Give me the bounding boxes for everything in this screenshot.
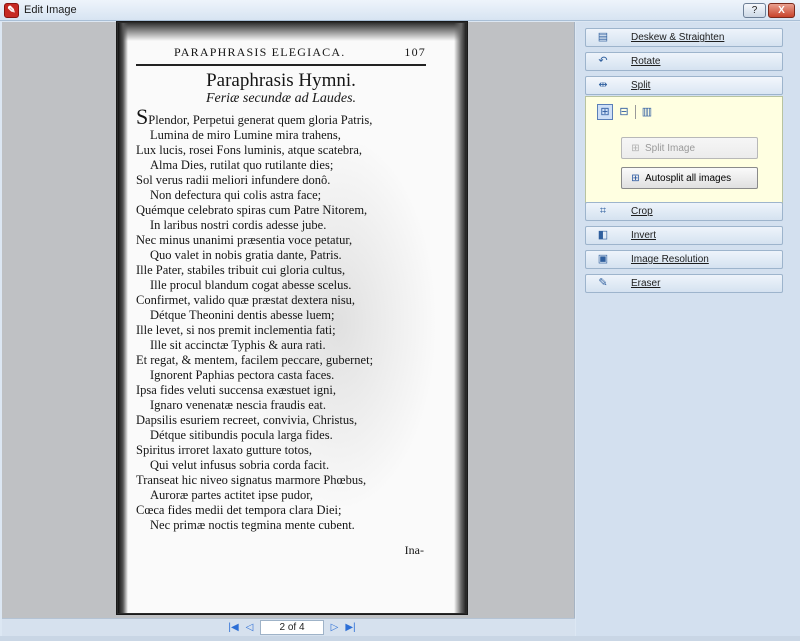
tool-crop[interactable]: ⌗ Crop xyxy=(585,202,783,221)
poem-subtitle: Feriæ secundæ ad Laudes. xyxy=(205,91,357,106)
title-bar: ✎ Edit Image ? X xyxy=(0,0,800,21)
scanned-page: PARAPHRASIS ELEGIACA. 107 Paraphrasis Hy… xyxy=(117,22,467,614)
poem-title: Paraphrasis Hymni. xyxy=(206,70,356,91)
page-text: PARAPHRASIS ELEGIACA. 107 Paraphrasis Hy… xyxy=(136,45,426,558)
last-page-icon[interactable]: ▶| xyxy=(344,621,357,634)
running-head-title: PARAPHRASIS ELEGIACA. xyxy=(174,45,346,59)
scan-edge-right xyxy=(454,23,466,613)
verse-line: Qui velut infusus sobria corda facit. xyxy=(150,458,330,472)
autosplit-button[interactable]: ⊞ Autosplit all images xyxy=(621,167,758,189)
verse-line: Nec minus unanimi præsentia voce petatur… xyxy=(136,233,353,247)
running-head: PARAPHRASIS ELEGIACA. 107 xyxy=(136,45,426,66)
crop-icon: ⌗ xyxy=(599,205,607,217)
image-viewer[interactable]: PARAPHRASIS ELEGIACA. 107 Paraphrasis Hy… xyxy=(2,22,575,618)
next-page-icon[interactable]: ▷ xyxy=(328,621,341,634)
verse-line: Et regat, & mentem, facilem peccare, gub… xyxy=(136,353,374,367)
tool-crop-label: Crop xyxy=(631,206,653,217)
split-vertical-icon[interactable]: ⊞ xyxy=(597,104,613,120)
autosplit-icon: ⊞ xyxy=(631,173,640,184)
app-logo-icon: ✎ xyxy=(4,3,19,18)
mode-separator xyxy=(635,105,636,119)
verse-line: Nec primæ noctis tegmina mente cubent. xyxy=(150,518,355,532)
tool-resolution[interactable]: ▣ Image Resolution xyxy=(585,250,783,269)
split-options-pane: ⊞ ⊟ ▥ ⊞ Split Image ⊞ Autosplit all imag… xyxy=(585,96,783,218)
verse-line: Ille levet, si nos premit inclementia fa… xyxy=(136,323,336,337)
tool-eraser-label: Eraser xyxy=(631,278,661,289)
verse-line: Auroræ partes actitet ipse pudor, xyxy=(150,488,313,502)
verse-line: Ipsa fides veluti succensa exæstuet igni… xyxy=(136,383,336,397)
autosplit-label: Autosplit all images xyxy=(645,173,732,184)
eraser-icon: ✎ xyxy=(598,277,608,289)
tool-invert-label: Invert xyxy=(631,230,657,241)
catchword: Ina- xyxy=(404,543,424,557)
verse-line: Ille Pater, stabiles tribuit cui gloria … xyxy=(136,263,346,277)
verse-line: Ignorent Paphias pectora casta faces. xyxy=(150,368,335,382)
verse-line: Détque sitibundis pocula larga fides. xyxy=(150,428,333,442)
verse-line: Lux lucis, rosei Fons luminis, atque sca… xyxy=(136,143,363,157)
split-image-icon: ⊞ xyxy=(631,143,640,154)
verse-line: Non defectura qui colis astra face; xyxy=(150,188,322,202)
verse-line: Quémque celebrato spiras cum Patre Nitor… xyxy=(136,203,368,217)
scan-edge-left xyxy=(118,23,128,613)
tool-rotate[interactable]: ↶ Rotate xyxy=(585,52,783,71)
split-mode-icons: ⊞ ⊟ ▥ xyxy=(597,103,655,121)
verse-line-first: SPlendor, Perpetui generat quem gloria P… xyxy=(136,106,426,128)
verse-line: Lumina de miro Lumine mira trahens, xyxy=(150,128,341,142)
verse-line: Confirmet, valido quæ præstat dextera ni… xyxy=(136,293,356,307)
verse-line: Sol verus radii meliori infundere donô. xyxy=(136,173,331,187)
help-button[interactable]: ? xyxy=(743,3,766,18)
first-page-icon[interactable]: |◀ xyxy=(227,621,240,634)
split-horizontal-icon[interactable]: ⊟ xyxy=(616,104,632,120)
verse-line: Ille procul blandum cogat abesse scelus. xyxy=(150,278,352,292)
verse-line: Cœca fides medii det tempora clara Diei; xyxy=(136,503,342,517)
rotate-icon: ↶ xyxy=(598,55,608,67)
drop-cap: S xyxy=(136,104,149,129)
split-image-label: Split Image xyxy=(645,143,696,154)
tool-rotate-label: Rotate xyxy=(631,56,661,67)
invert-icon: ◧ xyxy=(597,229,609,241)
page-indicator[interactable]: 2 of 4 xyxy=(260,620,324,635)
bottom-strip xyxy=(0,636,800,641)
verse-line: Détque Theonini dentis abesse luem; xyxy=(150,308,335,322)
verse-line: Ille sit accinctæ Typhis & aura rati. xyxy=(150,338,326,352)
tool-split[interactable]: ⇹ Split xyxy=(585,76,783,95)
close-button[interactable]: X xyxy=(768,3,795,18)
verse-line: Alma Dies, rutilat quo rutilante dies; xyxy=(150,158,334,172)
verse-line: Spiritus irroret laxato gutture totos, xyxy=(136,443,313,457)
verse-line-first-rest: Plendor, Perpetui generat quem gloria Pa… xyxy=(148,113,373,127)
pager: |◀ ◁ 2 of 4 ▷ ▶| xyxy=(2,618,575,636)
verse-line: Transeat hic niveo signatus marmore Phœb… xyxy=(136,473,367,487)
verse-line: In laribus nostri cordis adesse jube. xyxy=(150,218,327,232)
tool-deskew-label: Deskew & Straighten xyxy=(631,32,725,43)
verse-line: Ignaro venenatæ nescia fraudis eat. xyxy=(150,398,326,412)
verse-line: Quo valet in nobis gratia dante, Patris. xyxy=(150,248,342,262)
window-title: Edit Image xyxy=(24,4,77,16)
verse-lines: Lumina de miro Lumine mira trahens, Lux l… xyxy=(136,128,426,533)
prev-page-icon[interactable]: ◁ xyxy=(243,621,256,634)
split-settings-icon[interactable]: ▥ xyxy=(639,104,655,120)
tool-deskew[interactable]: ▤ Deskew & Straighten xyxy=(585,28,783,47)
page-number: 107 xyxy=(404,45,426,59)
resolution-icon: ▣ xyxy=(597,253,609,265)
split-icon: ⇹ xyxy=(598,79,608,91)
scan-edge-top xyxy=(118,23,466,41)
tool-resolution-label: Image Resolution xyxy=(631,254,709,265)
tools-panel: ▤ Deskew & Straighten ↶ Rotate ⇹ Split ⊞… xyxy=(576,22,800,636)
tool-invert[interactable]: ◧ Invert xyxy=(585,226,783,245)
tool-split-label: Split xyxy=(631,80,651,91)
deskew-icon: ▤ xyxy=(597,31,609,43)
split-image-button[interactable]: ⊞ Split Image xyxy=(621,137,758,159)
tool-eraser[interactable]: ✎ Eraser xyxy=(585,274,783,293)
verse-line: Dapsilis esuriem recreet, convivia, Chri… xyxy=(136,413,358,427)
